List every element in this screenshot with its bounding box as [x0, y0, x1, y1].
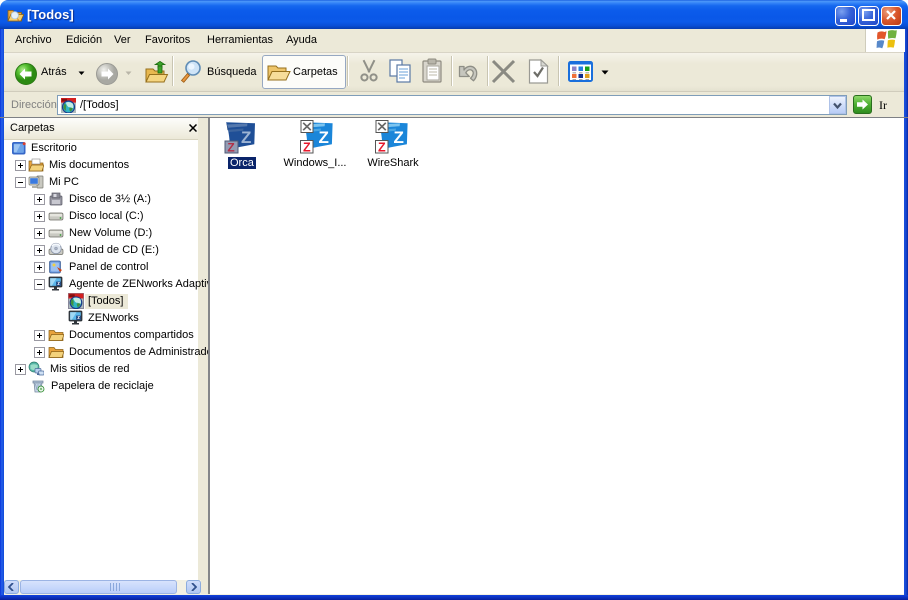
svg-text:Z: Z [394, 128, 404, 147]
svg-text:Z: Z [303, 141, 311, 155]
svg-text:Z: Z [241, 128, 251, 147]
svg-text:Z: Z [227, 141, 234, 154]
svg-text:Z: Z [319, 128, 329, 147]
svg-text:Z: Z [378, 141, 386, 155]
svg-text:z: z [77, 315, 80, 321]
svg-text:z: z [57, 281, 60, 287]
